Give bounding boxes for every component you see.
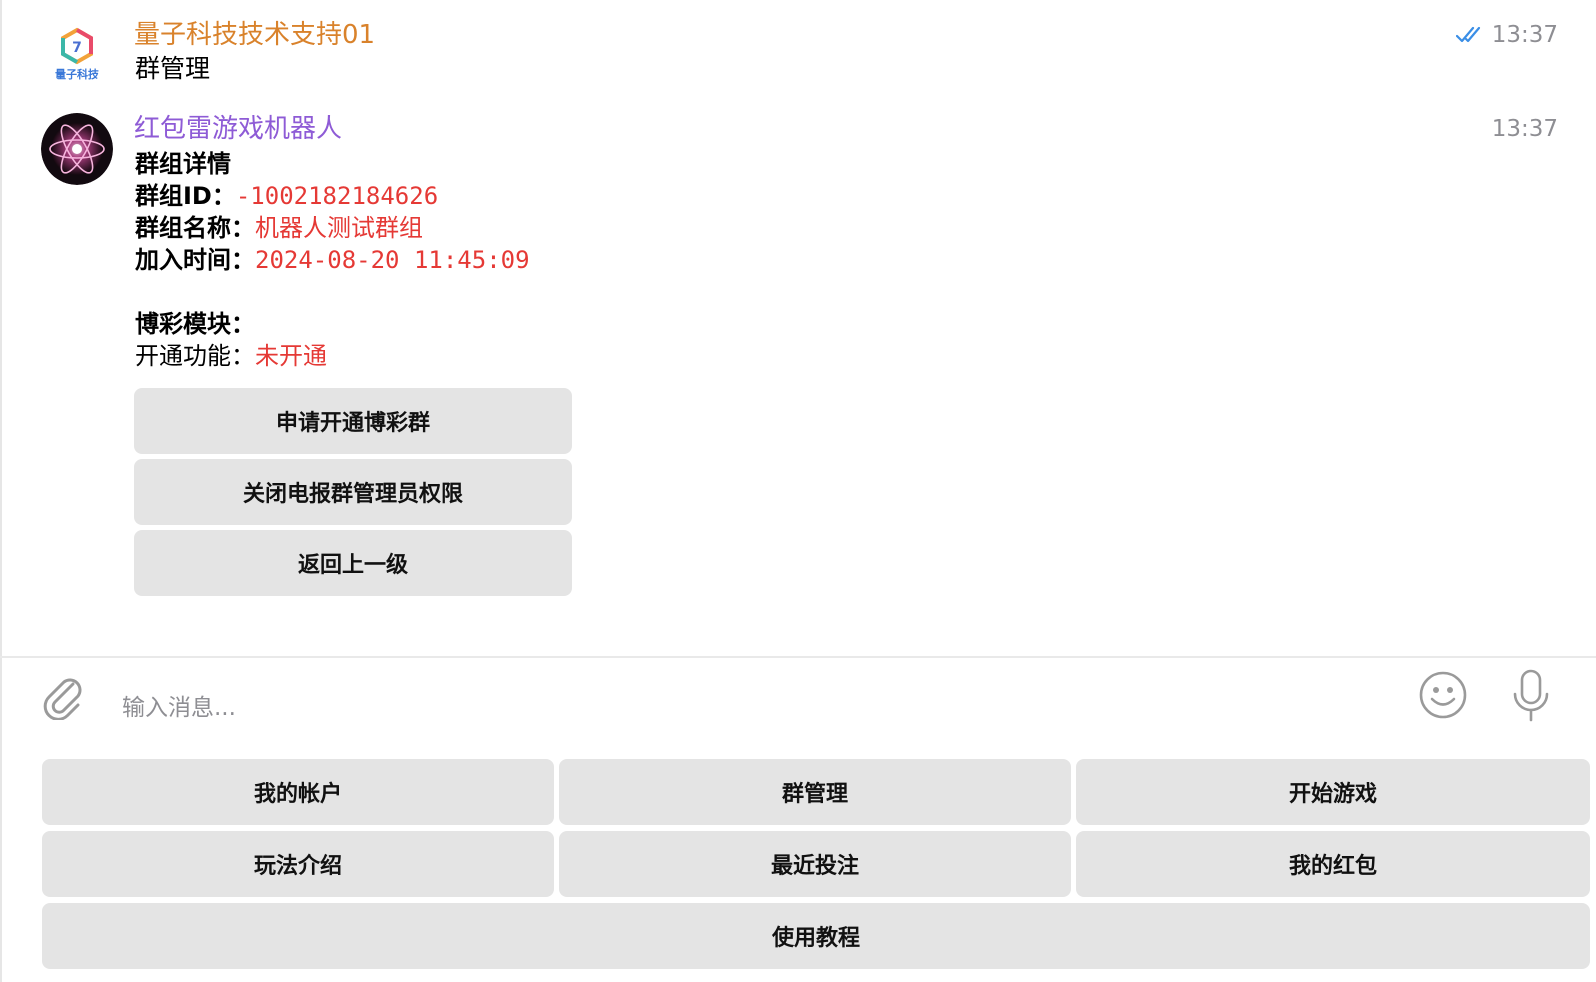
- group-id-row: 群组ID：-1002182184626: [135, 180, 438, 212]
- atom-icon: [41, 113, 113, 185]
- message-composer: 输入消息...: [0, 658, 1596, 750]
- keyboard-button-my-account[interactable]: 我的帐户: [42, 759, 554, 825]
- apply-gambling-group-button[interactable]: 申请开通博彩群: [134, 388, 572, 454]
- module-title: 博彩模块：: [135, 310, 255, 338]
- feature-row: 开通功能：未开通: [135, 340, 327, 372]
- chat-history[interactable]: 7 量子科技 量子科技技术支持01 群管理 13:37 红包雷游戏机器人 13:…: [0, 0, 1596, 656]
- keyboard-button-start-game[interactable]: 开始游戏: [1076, 759, 1590, 825]
- company-logo-avatar[interactable]: 7 量子科技: [46, 24, 108, 86]
- group-name-value[interactable]: 机器人测试群组: [255, 214, 423, 242]
- attach-button[interactable]: [40, 670, 86, 721]
- keyboard-button-my-red-packets[interactable]: 我的红包: [1076, 831, 1590, 897]
- emoji-button[interactable]: [1418, 670, 1468, 720]
- message-time: 13:37: [1491, 22, 1558, 48]
- group-name-row: 群组名称：机器人测试群组: [135, 212, 423, 244]
- group-id-value[interactable]: -1002182184626: [236, 182, 438, 210]
- join-time-row: 加入时间：2024-08-20 11:45:09: [135, 244, 530, 276]
- keyboard-button-group-management[interactable]: 群管理: [559, 759, 1071, 825]
- details-title: 群组详情: [135, 150, 231, 178]
- revoke-admin-button[interactable]: 关闭电报群管理员权限: [134, 459, 572, 525]
- group-id-label: 群组ID：: [135, 182, 236, 210]
- smiley-icon: [1419, 671, 1467, 719]
- keyboard-button-tutorial[interactable]: 使用教程: [42, 903, 1590, 969]
- svg-text:7: 7: [72, 40, 82, 56]
- group-name-label: 群组名称：: [135, 214, 255, 242]
- message-2: 红包雷游戏机器人 13:37 群组详情 群组ID：-1002182184626 …: [0, 100, 1596, 600]
- bot-avatar[interactable]: [41, 113, 113, 185]
- sender-name[interactable]: 量子科技技术支持01: [134, 18, 375, 52]
- join-time-value[interactable]: 2024-08-20 11:45:09: [255, 246, 530, 274]
- back-button[interactable]: 返回上一级: [134, 530, 572, 596]
- paperclip-icon: [43, 678, 82, 721]
- message-time: 13:37: [1491, 116, 1558, 142]
- message-input[interactable]: 输入消息...: [122, 688, 236, 722]
- message-text: 群管理: [135, 54, 211, 83]
- feature-value: 未开通: [255, 342, 327, 370]
- message-1: 7 量子科技 量子科技技术支持01 群管理 13:37: [0, 0, 1596, 100]
- feature-label: 开通功能：: [135, 342, 255, 370]
- keyboard-button-recent-bets[interactable]: 最近投注: [559, 831, 1071, 897]
- avatar-logo-text: 量子科技: [55, 68, 99, 81]
- microphone-icon: [1513, 669, 1549, 722]
- message-meta: 13:37: [1455, 20, 1558, 50]
- voice-button[interactable]: [1510, 668, 1552, 724]
- keyboard-button-how-to-play[interactable]: 玩法介绍: [42, 831, 554, 897]
- double-check-icon: [1455, 26, 1480, 43]
- sender-name[interactable]: 红包雷游戏机器人: [134, 112, 342, 146]
- join-time-label: 加入时间：: [135, 246, 255, 274]
